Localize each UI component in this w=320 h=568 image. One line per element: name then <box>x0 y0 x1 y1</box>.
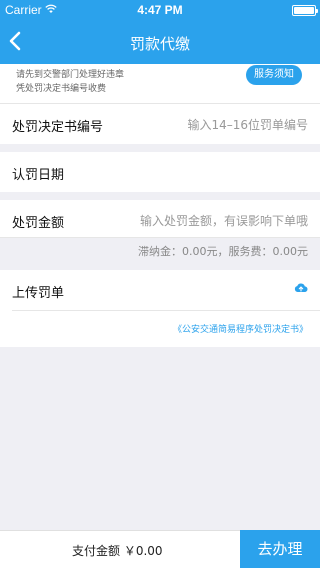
divider <box>12 310 320 311</box>
status-bar: Carrier 4:47 PM <box>0 0 320 20</box>
service-notice-button[interactable]: 服务须知 <box>246 65 302 85</box>
penalty-amount-row[interactable]: 处罚金额 输入处罚金额，有误影响下单哦 <box>0 200 320 238</box>
cloud-upload-icon[interactable] <box>294 282 308 294</box>
fees-summary: 滞纳金：0.00元，服务费：0.00元 <box>138 245 308 258</box>
page-title: 罚款代缴 <box>129 35 190 53</box>
notice-panel: 请先到交警部门处理好违章 凭处罚决定书编号收费 服务须知 <box>0 64 320 104</box>
battery-icon <box>292 5 318 16</box>
penalty-amount-label: 处罚金额 <box>12 216 65 231</box>
penalty-amount-input[interactable]: 输入处罚金额，有误影响下单哦 <box>140 212 308 229</box>
penalty-date-label: 认罚日期 <box>12 168 65 183</box>
bottom-bar: 支付金额 ￥0.00 去办理 <box>0 530 320 568</box>
status-time: 4:47 PM <box>137 3 183 17</box>
notice-line-1: 请先到交警部门处理好违章 <box>16 70 125 80</box>
decision-number-input[interactable]: 输入14–16位罚单编号 <box>187 116 308 133</box>
upload-ticket-label: 上传罚单 <box>12 286 65 301</box>
decision-number-label: 处罚决定书编号 <box>12 120 104 135</box>
decision-document-link[interactable]: 《公安交通简易程序处罚决定书》 <box>173 322 308 335</box>
penalty-date-row[interactable]: 认罚日期 <box>0 152 320 192</box>
payment-total: 支付金额 ￥0.00 <box>72 544 163 558</box>
submit-button[interactable]: 去办理 <box>240 530 320 568</box>
upload-section: 上传罚单 《公安交通简易程序处罚决定书》 <box>0 270 320 347</box>
nav-bar: 罚款代缴 <box>0 20 320 64</box>
decision-number-row[interactable]: 处罚决定书编号 输入14–16位罚单编号 <box>0 104 320 144</box>
notice-line-2: 凭处罚决定书编号收费 <box>16 84 107 94</box>
